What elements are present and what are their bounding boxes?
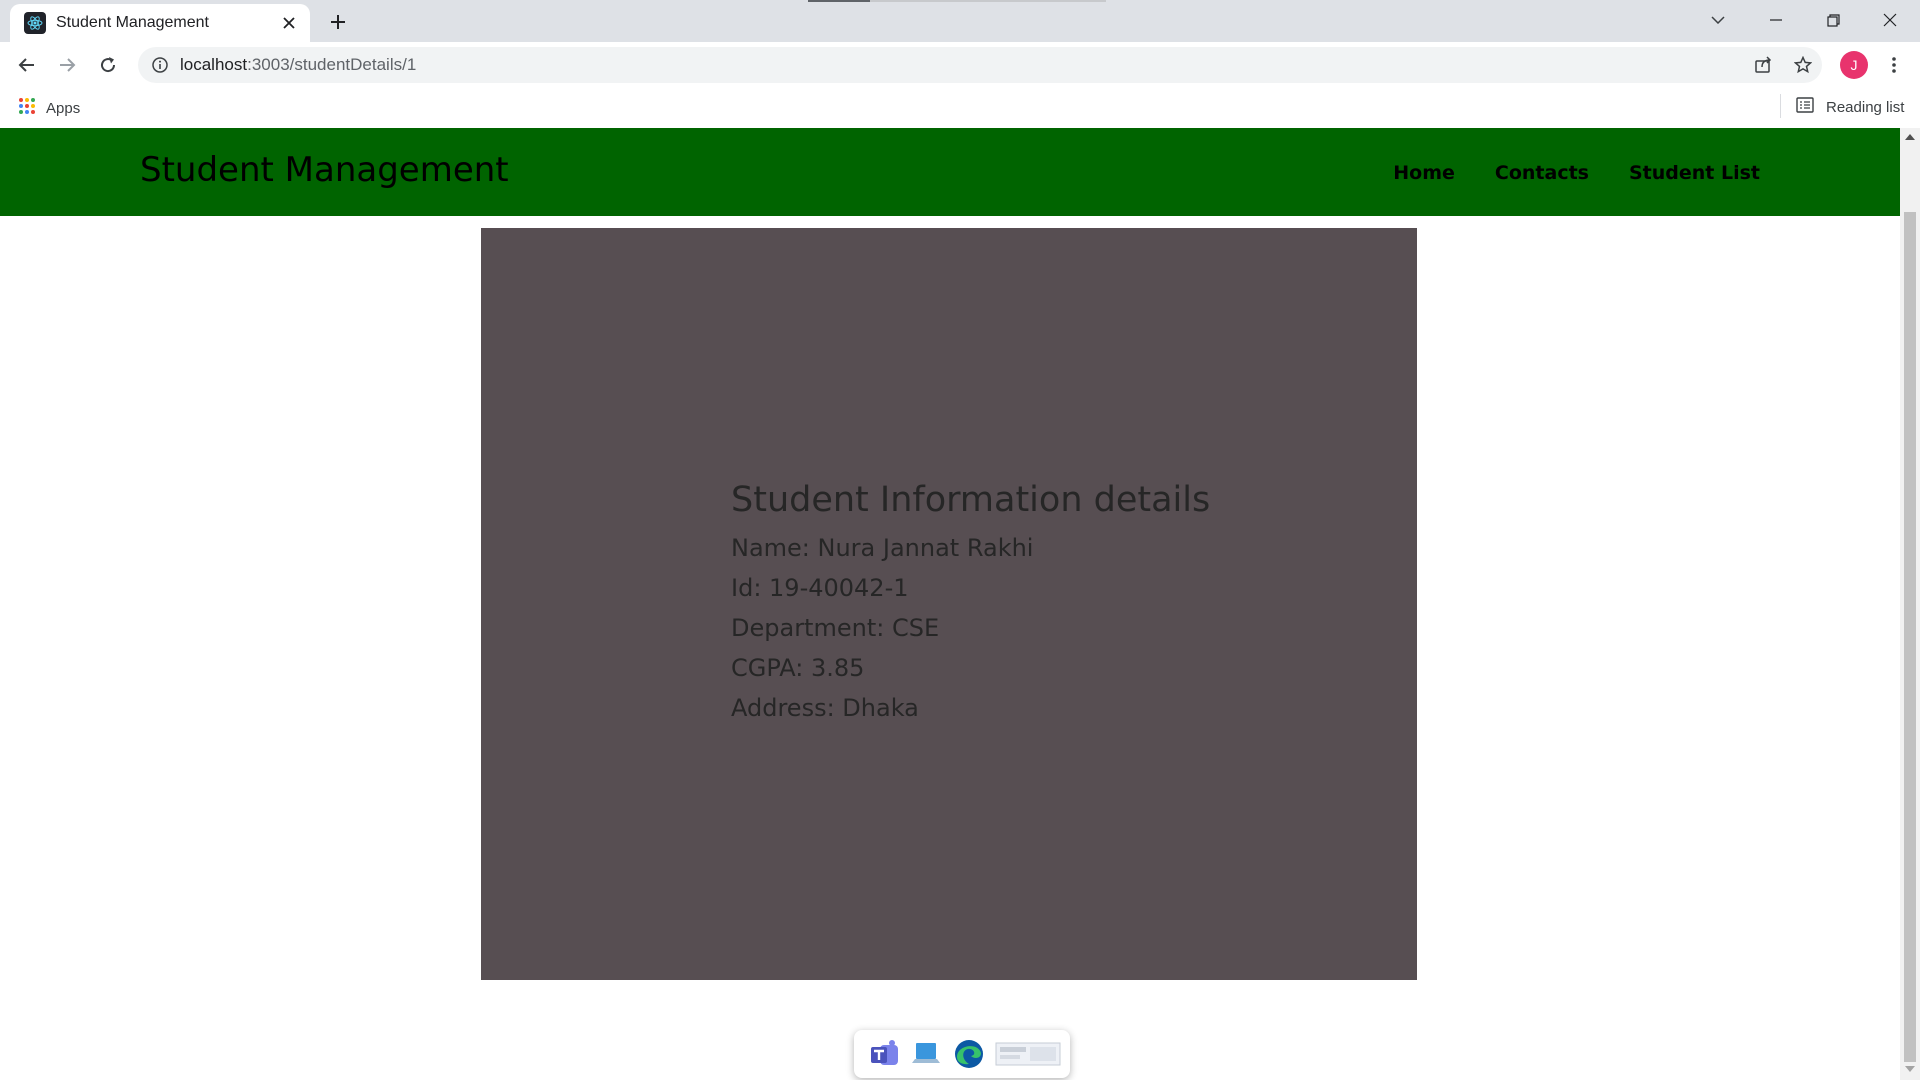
back-arrow-icon[interactable]: [13, 51, 41, 79]
scroll-thumb[interactable]: [1904, 212, 1916, 1062]
edge-icon[interactable]: [952, 1037, 986, 1071]
kebab-menu-icon[interactable]: [1882, 51, 1906, 79]
scroll-down-arrow-icon[interactable]: [1905, 1066, 1915, 1072]
page-scrollbar[interactable]: [1900, 128, 1920, 1080]
share-icon[interactable]: [1752, 54, 1774, 76]
apps-label: Apps: [46, 99, 81, 117]
nav-student-list-link[interactable]: Student List: [1629, 162, 1760, 184]
student-id: Id: 19-40042-1: [731, 574, 909, 602]
reading-list-button[interactable]: Reading list: [1796, 96, 1904, 118]
student-info: Student Information details Name: Nura J…: [731, 480, 1210, 728]
bookmarks-divider: [1780, 94, 1781, 118]
reading-list-icon: [1796, 96, 1814, 118]
reading-list-label: Reading list: [1826, 98, 1905, 116]
chevron-down-icon[interactable]: [1700, 6, 1736, 34]
reload-icon[interactable]: [94, 51, 122, 79]
student-details-card: Student Information details Name: Nura J…: [481, 228, 1417, 980]
teams-icon[interactable]: [868, 1037, 902, 1071]
browser-tabstrip: Student Management: [0, 0, 1920, 42]
taskbar-preview-popup: [854, 1030, 1070, 1078]
nav-links: Home Contacts Student List: [1353, 162, 1760, 184]
page-viewport: Student Management Home Contacts Student…: [0, 128, 1900, 1080]
student-department: Department: CSE: [731, 614, 940, 642]
restore-icon[interactable]: [1815, 6, 1851, 34]
address-bar[interactable]: localhost:3003/studentDetails/1: [138, 47, 1822, 83]
scroll-up-arrow-icon[interactable]: [1905, 134, 1915, 140]
info-icon[interactable]: [150, 55, 170, 75]
student-address: Address: Dhaka: [731, 694, 919, 722]
site-brand[interactable]: Student Management: [140, 150, 509, 190]
student-name: Name: Nura Jannat Rakhi: [731, 534, 1034, 562]
bookmarks-bar: Apps Reading list: [0, 88, 1920, 128]
close-icon[interactable]: [280, 14, 298, 32]
plus-icon[interactable]: [326, 10, 350, 34]
student-cgpa: CGPA: 3.85: [731, 654, 865, 682]
site-navbar: Student Management Home Contacts Student…: [0, 128, 1900, 216]
details-title: Student Information details: [731, 480, 1211, 520]
apps-shortcut[interactable]: Apps: [18, 97, 80, 119]
url-text: localhost:3003/studentDetails/1: [180, 55, 416, 75]
star-icon[interactable]: [1792, 54, 1814, 76]
react-favicon-icon: [24, 12, 46, 34]
tab-search-indicator: [808, 0, 870, 2]
active-tab[interactable]: Student Management: [10, 4, 310, 42]
window-thumbnail-icon[interactable]: [994, 1037, 1062, 1071]
close-window-icon[interactable]: [1872, 6, 1908, 34]
profile-avatar[interactable]: J: [1840, 51, 1868, 79]
forward-arrow-icon[interactable]: [53, 51, 81, 79]
tab-search-indicator-track: [870, 0, 1106, 2]
nav-contacts-link[interactable]: Contacts: [1495, 162, 1589, 184]
nav-home-link[interactable]: Home: [1393, 162, 1455, 184]
browser-toolbar: localhost:3003/studentDetails/1 J: [0, 42, 1920, 88]
laptop-icon[interactable]: [910, 1037, 944, 1071]
url-host: localhost: [180, 55, 248, 74]
apps-grid-icon: [18, 97, 36, 119]
url-path: :3003/studentDetails/1: [247, 55, 417, 74]
tab-title: Student Management: [56, 14, 209, 31]
minimize-icon[interactable]: [1758, 6, 1794, 34]
